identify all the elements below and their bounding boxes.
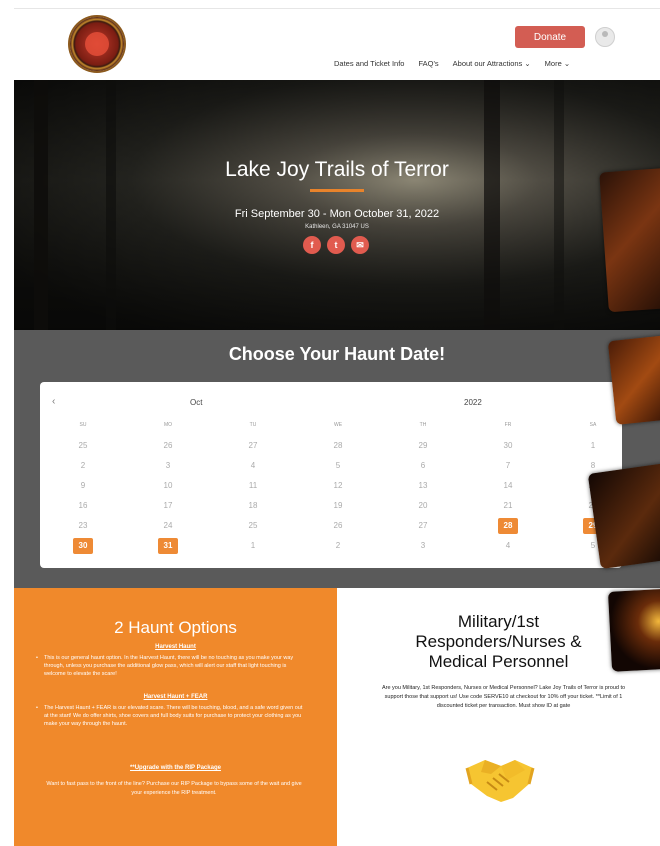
- decor-image: [607, 588, 660, 672]
- calendar-day: 17: [163, 501, 173, 510]
- calendar-day: 21: [503, 501, 513, 510]
- calendar-day: 2: [80, 461, 86, 470]
- user-avatar-icon[interactable]: [595, 27, 615, 47]
- calendar-day: 4: [250, 461, 256, 470]
- harvest-haunt-heading: Harvest Haunt: [155, 644, 196, 650]
- calendar-day: 3: [165, 461, 171, 470]
- date-selection-section: Choose Your Haunt Date! ‹ Oct 2022 SU MO T…: [14, 330, 660, 588]
- weekday-header: WE: [333, 422, 343, 428]
- weekday-header: TH: [419, 422, 427, 428]
- chevron-left-icon[interactable]: ‹: [52, 396, 55, 407]
- calendar-month: Oct: [190, 398, 203, 407]
- calendar-day: 25: [78, 441, 88, 450]
- event-location: Kathleen, GA 31047 US: [305, 224, 369, 230]
- calendar-day: 30: [503, 441, 513, 450]
- decor-image: [599, 167, 660, 313]
- calendar-day: 14: [503, 481, 513, 490]
- calendar-day: 5: [335, 461, 341, 470]
- calendar-day: 28: [333, 441, 343, 450]
- calendar-day: 25: [248, 521, 258, 530]
- calendar-day: 2: [335, 541, 341, 550]
- page: Donate Dates and Ticket Info FAQ's About…: [0, 0, 660, 846]
- calendar-day: 20: [418, 501, 428, 510]
- site-header: Donate Dates and Ticket Info FAQ's About…: [14, 8, 660, 81]
- event-dates: Fri September 30 - Mon October 31, 2022: [234, 208, 440, 220]
- calendar-day: 9: [80, 481, 86, 490]
- calendar-day: 6: [420, 461, 426, 470]
- nav-more[interactable]: More ⌄: [545, 59, 570, 68]
- calendar-day: 3: [420, 541, 426, 550]
- date-calendar: ‹ Oct 2022 SU MO TU WE TH FR SA 25 26 27 28 29 30 1 2 3…: [40, 382, 622, 568]
- tree-silhouette: [34, 80, 48, 330]
- title-underline: [310, 189, 364, 192]
- calendar-day: 4: [505, 541, 511, 550]
- weekday-header: MO: [163, 422, 173, 428]
- calendar-day: 27: [248, 441, 258, 450]
- calendar-day: 27: [418, 521, 428, 530]
- tree-silhouette: [554, 80, 564, 330]
- weekday-header: SU: [79, 422, 87, 428]
- rip-package-description: Want to fast pass to the front of the li…: [46, 781, 302, 796]
- main-nav: Dates and Ticket Info FAQ's About our At…: [334, 59, 570, 68]
- date-section-title: Choose Your Haunt Date!: [228, 344, 446, 364]
- weekday-header: TU: [249, 422, 257, 428]
- nav-faqs[interactable]: FAQ's: [418, 59, 438, 68]
- facebook-icon[interactable]: f: [303, 236, 321, 254]
- calendar-day: 7: [505, 461, 511, 470]
- calendar-day: 12: [333, 481, 343, 490]
- weekday-header: FR: [504, 422, 512, 428]
- twitter-icon[interactable]: t: [327, 236, 345, 254]
- military-description: Are you Military, 1st Responders, Nurses…: [381, 685, 626, 709]
- harvest-haunt-description: This is our general haunt option. In the…: [36, 654, 304, 678]
- calendar-day: 11: [248, 481, 258, 490]
- calendar-day: 23: [78, 521, 88, 530]
- calendar-day: 19: [333, 501, 343, 510]
- calendar-day: 10: [163, 481, 173, 490]
- harvest-fear-heading: Harvest Haunt + FEAR: [143, 694, 208, 700]
- event-title: Lake Joy Trails of Terror: [225, 158, 449, 181]
- calendar-day: 26: [163, 441, 173, 450]
- site-logo[interactable]: [70, 17, 124, 71]
- calendar-day: 1: [250, 541, 256, 550]
- nav-dates-ticket-info[interactable]: Dates and Ticket Info: [334, 59, 404, 68]
- weekday-header: SA: [589, 422, 597, 428]
- rip-package-link[interactable]: **Upgrade with the RIP Package: [14, 765, 337, 771]
- handshake-icon: [465, 760, 535, 802]
- calendar-day: 24: [163, 521, 173, 530]
- calendar-day: 29: [418, 441, 428, 450]
- logo-emblem-icon: [85, 32, 109, 56]
- calendar-year: 2022: [464, 398, 482, 407]
- calendar-day-available[interactable]: 28: [498, 518, 518, 534]
- calendar-day-available[interactable]: 30: [73, 538, 93, 554]
- calendar-day-available[interactable]: 31: [158, 538, 178, 554]
- decor-image: [587, 462, 660, 570]
- tree-silhouette: [106, 80, 116, 330]
- calendar-day: 16: [78, 501, 88, 510]
- donate-button[interactable]: Donate: [515, 26, 585, 48]
- calendar-day: 1: [590, 441, 596, 450]
- options-title: 2 Haunt Options: [114, 618, 237, 637]
- calendar-day: 18: [248, 501, 258, 510]
- decor-image: [607, 335, 660, 425]
- hero-banner: Lake Joy Trails of Terror Fri September …: [14, 80, 660, 330]
- haunt-options-section: 2 Haunt Options Harvest Haunt This is ou…: [14, 588, 337, 846]
- tree-silhouette: [484, 80, 500, 330]
- harvest-fear-description: The Harvest Haunt + FEAR is our elevated…: [36, 704, 304, 728]
- calendar-day: 13: [418, 481, 428, 490]
- email-icon[interactable]: ✉: [351, 236, 369, 254]
- nav-about-attractions[interactable]: About our Attractions ⌄: [453, 59, 531, 68]
- calendar-day: 26: [333, 521, 343, 530]
